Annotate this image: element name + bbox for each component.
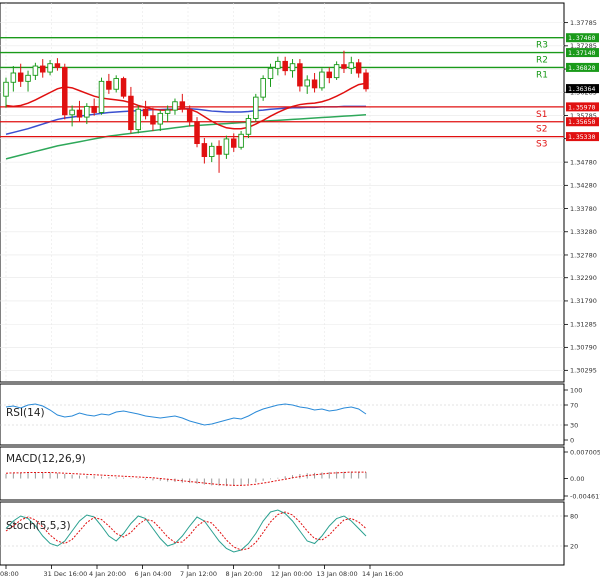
time-tick-label: 13 Jan 08:00: [317, 570, 358, 578]
time-tick-label: 8 Jan 20:00: [226, 570, 263, 578]
candle-body: [157, 112, 164, 125]
candle-body: [363, 72, 369, 90]
candle-body: [223, 138, 230, 155]
stoch-label: Stoch(5,5,3): [6, 520, 71, 532]
trading-chart: 1.377851.372851.367851.362851.357851.352…: [0, 2, 600, 578]
time-tick-label: 12 Jan 00:00: [271, 570, 312, 578]
candle-body: [194, 121, 200, 145]
level-value-s2: 1.35650: [568, 118, 595, 126]
time-tick-label: 7 Jan 12:00: [180, 570, 217, 578]
candle-body: [245, 118, 252, 135]
time-tick-label: 31 Dec 16:00: [44, 570, 88, 578]
candle-body: [319, 71, 325, 89]
candle-body: [355, 62, 362, 74]
level-value-s3: 1.35330: [568, 133, 595, 141]
stoch-tick-label: 80: [570, 512, 578, 520]
price-tick-label: 1.32780: [570, 251, 597, 259]
candle-body: [208, 145, 215, 158]
candle-body: [231, 138, 237, 148]
candle-body: [201, 143, 208, 158]
macd-label: MACD(12,26,9): [6, 453, 86, 465]
candle-body: [142, 108, 149, 117]
candle-body: [333, 64, 340, 79]
price-tick-label: 1.33780: [570, 205, 597, 213]
candle-body: [84, 105, 90, 118]
candle-body: [164, 109, 171, 114]
level-value-s1: 1.35970: [568, 103, 595, 111]
candle-body: [39, 65, 46, 73]
current-price-value: 1.36364: [568, 85, 595, 93]
level-name-r1: R1: [536, 70, 548, 80]
macd-tick-label: 0.007005: [570, 448, 600, 456]
candle-body: [10, 72, 17, 83]
time-tick-label: 08:00: [0, 570, 19, 578]
time-tick-label: 6 Jan 04:00: [135, 570, 172, 578]
price-tick-label: 1.30790: [570, 344, 597, 352]
level-name-s3: S3: [536, 140, 547, 150]
candle-body: [128, 95, 134, 131]
candle-body: [260, 78, 266, 98]
rsi-tick-label: 0: [570, 436, 574, 444]
level-value-r2: 1.37140: [568, 49, 595, 57]
candle-body: [76, 109, 83, 118]
candle-body: [54, 63, 61, 68]
stoch-tick-label: 20: [570, 542, 578, 550]
candle-body: [297, 63, 303, 87]
time-tick-label: 14 Jan 16:00: [362, 570, 403, 578]
candle-body: [238, 133, 244, 148]
candle-body: [120, 78, 127, 97]
time-axis: 08:00 31 Dec 16:00 4 Jan 20:00 6 Jan 04:00 7…: [0, 565, 403, 578]
price-tick-label: 1.30295: [570, 367, 597, 375]
price-axis: 1.377851.372851.367851.362851.357851.352…: [564, 19, 597, 375]
price-panel-frame: [0, 2, 565, 383]
candle-body: [106, 80, 112, 90]
price-tick-label: 1.31790: [570, 297, 597, 305]
candle-body: [32, 65, 39, 76]
level-name-r3: R3: [536, 41, 548, 51]
candle-body: [179, 101, 186, 110]
level-value-r3: 1.37460: [568, 34, 595, 42]
rsi-tick-label: 70: [570, 401, 578, 409]
price-tick-label: 1.37785: [570, 19, 597, 27]
candle-body: [341, 64, 347, 69]
macd-tick-label: 0.00: [570, 475, 584, 483]
level-name-s1: S1: [536, 110, 547, 120]
level-name-r2: R2: [536, 56, 548, 66]
price-tick-label: 1.34780: [570, 158, 597, 166]
level-name-s2: S2: [536, 125, 547, 135]
candle-body: [216, 145, 222, 155]
candle-body: [282, 60, 288, 72]
candle-body: [17, 72, 24, 82]
price-tick-label: 1.34280: [570, 182, 597, 190]
candle-body: [91, 105, 97, 113]
rsi-tick-label: 100: [570, 386, 582, 394]
candle-body: [275, 60, 281, 69]
candle-body: [304, 79, 310, 87]
candle-body: [150, 115, 156, 125]
price-tick-label: 1.33280: [570, 228, 597, 236]
macd-tick-label: -0.004617: [570, 492, 600, 500]
level-value-r1: 1.36820: [568, 64, 595, 72]
candle-body: [289, 63, 296, 72]
candle-body: [186, 108, 193, 123]
candle-body: [62, 66, 68, 116]
price-tick-label: 1.31285: [570, 321, 597, 329]
candle-body: [3, 81, 9, 97]
candle-body: [172, 101, 178, 111]
candle-body: [326, 71, 333, 79]
candle-body: [135, 108, 141, 131]
candle-body: [253, 96, 259, 119]
candle-body: [47, 63, 53, 73]
candle-body: [69, 109, 75, 116]
candle-body: [311, 79, 318, 89]
rsi-label: RSI(14): [6, 407, 45, 419]
rsi-tick-label: 30: [570, 421, 578, 429]
candle-body: [25, 74, 31, 82]
candle-body: [98, 80, 105, 113]
candle-body: [113, 78, 119, 90]
candle-body: [267, 67, 274, 80]
candle-body: [348, 62, 355, 69]
time-tick-label: 4 Jan 20:00: [89, 570, 126, 578]
price-tick-label: 1.32290: [570, 274, 597, 282]
